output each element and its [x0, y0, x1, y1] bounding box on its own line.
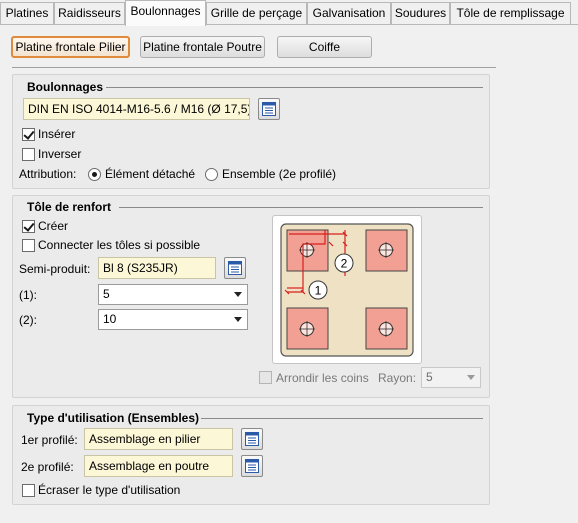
semi-product-label: Semi-produit:	[19, 262, 91, 276]
bolt-catalog-button[interactable]	[258, 98, 280, 120]
bolting-group-title: Boulonnages	[25, 80, 106, 94]
first-profile-field[interactable]: Assemblage en pilier	[84, 428, 233, 450]
platine-frontale-pilier-button[interactable]: Platine frontale Pilier	[11, 36, 130, 58]
radius-label: Rayon:	[378, 371, 417, 385]
tab-raidisseurs[interactable]: Raidisseurs	[54, 2, 125, 25]
round-corners-label: Arrondir les coins	[276, 371, 369, 385]
platine-frontale-poutre-button[interactable]: Platine frontale Poutre	[140, 36, 265, 58]
tab-grille-de-percage[interactable]: Grille de perçage	[206, 2, 307, 25]
tab-tole-de-remplissage[interactable]: Tôle de remplissage	[450, 2, 571, 25]
second-profile-catalog-button[interactable]	[241, 455, 263, 477]
diagram-marker-1: 1	[315, 284, 322, 298]
semi-product-field[interactable]: Bl 8 (S235JR)	[98, 257, 216, 279]
overwrite-usage-label: Écraser le type d'utilisation	[38, 483, 181, 497]
create-label: Créer	[38, 219, 69, 233]
second-profile-field[interactable]: Assemblage en poutre	[84, 455, 233, 477]
dimension-1-value: 5	[103, 287, 110, 301]
usage-type-group-rule	[199, 418, 483, 419]
catalog-icon	[262, 102, 276, 116]
reinforcement-group-rule	[119, 207, 483, 208]
first-profile-catalog-button[interactable]	[241, 428, 263, 450]
invert-label: Inverser	[38, 147, 82, 161]
second-profile-label: 2e profilé:	[21, 460, 74, 474]
bolting-group-rule	[106, 87, 483, 88]
catalog-icon	[228, 261, 242, 275]
insert-label: Insérer	[38, 127, 76, 141]
catalog-icon	[245, 459, 259, 473]
tab-galvanisation[interactable]: Galvanisation	[307, 2, 391, 25]
create-checkbox[interactable]	[22, 220, 35, 233]
tab-soudures[interactable]: Soudures	[391, 2, 450, 25]
invert-checkbox[interactable]	[22, 148, 35, 161]
round-corners-checkbox[interactable]	[259, 371, 272, 384]
dimension-2-label: (2):	[19, 313, 37, 327]
tab-boulonnages[interactable]: Boulonnages	[125, 0, 206, 26]
attribution-option-detached: Élément détaché	[105, 167, 196, 181]
connect-plates-label: Connecter les tôles si possible	[38, 238, 201, 252]
separator	[12, 67, 496, 68]
plate-diagram-graphic: 2 1	[280, 223, 414, 357]
chevron-down-icon	[234, 317, 242, 322]
attribution-radio-assembly[interactable]	[205, 168, 218, 181]
catalog-icon	[245, 432, 259, 446]
overwrite-usage-checkbox[interactable]	[22, 484, 35, 497]
dimension-1-label: (1):	[19, 288, 37, 302]
chevron-down-icon	[467, 375, 475, 380]
dimension-2-value: 10	[103, 312, 117, 326]
connect-plates-checkbox[interactable]	[22, 239, 35, 252]
reinforcement-group-title: Tôle de renfort	[25, 200, 114, 214]
dimension-1-select[interactable]: 5	[98, 284, 248, 305]
usage-type-group-title: Type d'utilisation (Ensembles)	[25, 411, 201, 425]
dimension-2-select[interactable]: 10	[98, 309, 248, 330]
semi-product-catalog-button[interactable]	[224, 257, 246, 279]
insert-checkbox[interactable]	[22, 128, 35, 141]
first-profile-label: 1er profilé:	[21, 433, 78, 447]
attribution-option-assembly: Ensemble (2e profilé)	[222, 167, 337, 181]
tab-bar: Platines Raidisseurs Boulonnages Grille …	[0, 0, 578, 26]
attribution-radio-detached[interactable]	[88, 168, 101, 181]
chevron-down-icon	[234, 292, 242, 297]
radius-value: 5	[426, 370, 433, 384]
tab-platines[interactable]: Platines	[0, 2, 54, 25]
diagram-marker-2: 2	[341, 257, 348, 271]
bolt-type-field[interactable]: DIN EN ISO 4014-M16-5.6 / M16 (Ø 17,5)	[23, 98, 250, 120]
reinforcement-plate-diagram: 2 1	[272, 215, 422, 364]
attribution-label: Attribution:	[19, 167, 77, 181]
coiffe-button[interactable]: Coiffe	[277, 36, 372, 58]
radius-select[interactable]: 5	[421, 367, 481, 388]
